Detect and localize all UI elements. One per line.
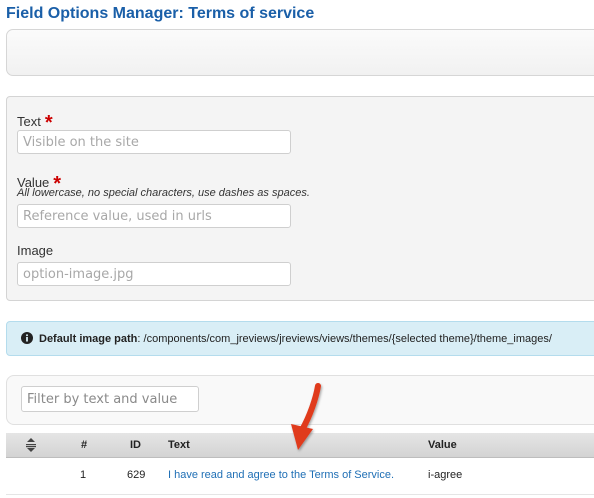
value-hint: All lowercase, no special characters, us… xyxy=(17,187,310,199)
filter-input[interactable] xyxy=(21,386,199,412)
annotation-arrow-icon xyxy=(291,383,321,450)
col-header-value[interactable]: Value xyxy=(428,439,457,451)
text-field-label: Text * xyxy=(17,109,53,134)
text-label: Text xyxy=(17,114,41,129)
toolbar-panel xyxy=(6,29,594,76)
row-text-link[interactable]: I have read and agree to the Terms of Se… xyxy=(168,469,394,481)
info-icon xyxy=(21,332,33,344)
table-row: 1 629 I have read and agree to the Terms… xyxy=(6,458,594,495)
image-label: Image xyxy=(17,243,54,258)
value-input[interactable] xyxy=(17,204,291,228)
drag-sort-icon[interactable] xyxy=(26,438,36,452)
default-image-path-alert: Default image path: /components/com_jrev… xyxy=(6,321,594,356)
info-label: Default image path xyxy=(39,333,138,345)
info-text: Default image path: /components/com_jrev… xyxy=(39,333,552,345)
col-header-num[interactable]: # xyxy=(81,439,87,451)
option-form: Text* Value* All lowercase, no special c… xyxy=(6,96,594,301)
row-id: 629 xyxy=(127,469,146,481)
image-input[interactable] xyxy=(17,262,291,286)
row-value: i-agree xyxy=(428,469,463,481)
info-path: : /components/com_jreviews/jreviews/view… xyxy=(137,333,552,345)
col-header-id[interactable]: ID xyxy=(130,439,141,451)
row-num: 1 xyxy=(80,469,87,481)
col-header-text[interactable]: Text xyxy=(168,439,190,451)
page-title: Field Options Manager: Terms of service xyxy=(6,5,315,22)
text-input[interactable] xyxy=(17,130,291,154)
